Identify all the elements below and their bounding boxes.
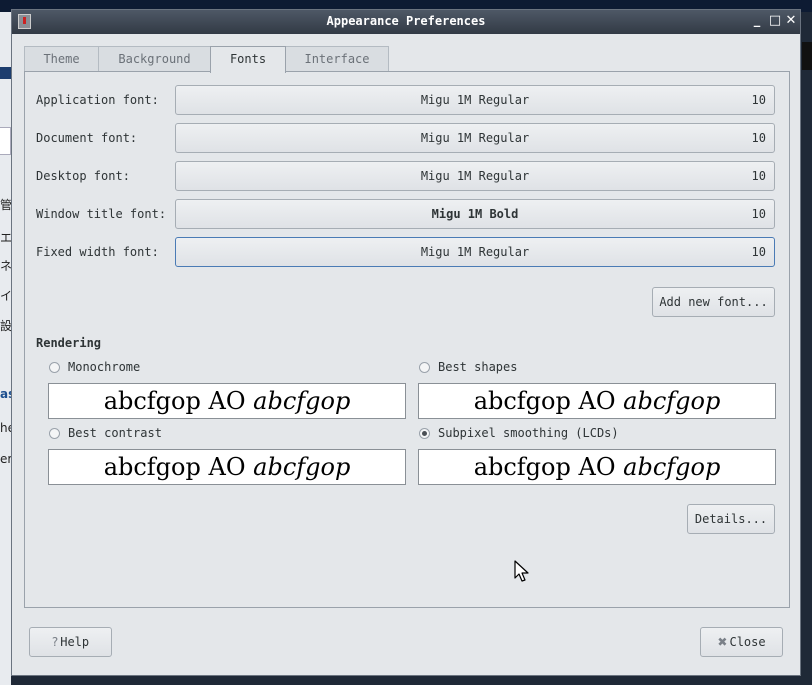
desktop-font-button[interactable]: Migu 1M Regular 10 <box>175 161 775 191</box>
font-size: 10 <box>751 207 766 221</box>
preview-regular-text: abcfgop AO <box>473 453 616 481</box>
preview-italic-text: abcfgop <box>623 387 721 415</box>
background-text: er <box>0 452 11 466</box>
desktop-font-label: Desktop font: <box>36 169 130 183</box>
background-text: 管 <box>0 198 11 212</box>
font-name: Migu 1M Bold <box>431 207 519 221</box>
preview-regular-text: abcfgop AO <box>103 387 246 415</box>
best-shapes-label[interactable]: Best shapes <box>438 360 517 374</box>
tab-background[interactable]: Background <box>98 46 211 72</box>
font-size: 10 <box>751 93 766 107</box>
preview-italic-text: abcfgop <box>623 453 721 481</box>
fixed-width-font-button[interactable]: Migu 1M Regular 10 <box>175 237 775 267</box>
close-button[interactable]: ✖ Close <box>700 627 783 657</box>
background-text: he <box>0 421 11 435</box>
details-button[interactable]: Details... <box>687 504 775 534</box>
monochrome-radio[interactable] <box>49 362 60 373</box>
best-shapes-radio[interactable] <box>419 362 430 373</box>
rendering-heading: Rendering <box>36 336 102 350</box>
preview-italic-text: abcfgop <box>253 387 351 415</box>
add-new-font-button[interactable]: Add new font... <box>652 287 775 317</box>
preview-regular-text: abcfgop AO <box>473 387 616 415</box>
subpixel-smoothing-preview: abcfgop AO abcfgop <box>418 449 776 485</box>
appearance-preferences-window: Appearance Preferences _ □ ✕ Theme Backg… <box>11 9 801 676</box>
maximize-icon[interactable]: □ <box>768 13 782 29</box>
desktop-right-edge <box>802 42 812 70</box>
subpixel-smoothing-label[interactable]: Subpixel smoothing (LCDs) <box>438 426 619 440</box>
window-title-font-button[interactable]: Migu 1M Bold 10 <box>175 199 775 229</box>
best-contrast-preview: abcfgop AO abcfgop <box>48 449 406 485</box>
mouse-pointer-icon <box>514 560 529 582</box>
help-icon: ? <box>51 635 59 649</box>
window-title-font-label: Window title font: <box>36 207 167 221</box>
preview-italic-text: abcfgop <box>253 453 351 481</box>
font-size: 10 <box>751 131 766 145</box>
application-font-label: Application font: <box>36 93 159 107</box>
background-text: イ <box>0 289 11 303</box>
background-text: as <box>0 387 11 401</box>
title-bar[interactable]: Appearance Preferences _ □ ✕ <box>12 10 800 34</box>
font-name: Migu 1M Regular <box>420 169 530 183</box>
preview-regular-text: abcfgop AO <box>103 453 246 481</box>
font-size: 10 <box>751 245 766 259</box>
document-font-button[interactable]: Migu 1M Regular 10 <box>175 123 775 153</box>
font-size: 10 <box>751 169 766 183</box>
tab-theme[interactable]: Theme <box>24 46 99 72</box>
tab-interface[interactable]: Interface <box>285 46 389 72</box>
background-window-field <box>0 127 11 155</box>
font-name: Migu 1M Regular <box>420 93 530 107</box>
minimize-icon[interactable]: _ <box>750 13 764 29</box>
best-contrast-label[interactable]: Best contrast <box>68 426 162 440</box>
close-icon: ✖ <box>717 635 728 649</box>
application-font-button[interactable]: Migu 1M Regular 10 <box>175 85 775 115</box>
window-title: Appearance Preferences <box>326 14 486 28</box>
fixed-width-font-label: Fixed width font: <box>36 245 159 259</box>
subpixel-smoothing-radio[interactable] <box>419 428 430 439</box>
close-icon[interactable]: ✕ <box>784 13 798 29</box>
background-text: 設 <box>0 319 11 333</box>
background-text: エ <box>0 231 11 245</box>
monochrome-label[interactable]: Monochrome <box>68 360 140 374</box>
monochrome-preview: abcfgop AO abcfgop <box>48 383 406 419</box>
font-name: Migu 1M Regular <box>420 131 530 145</box>
close-label: Close <box>729 635 766 649</box>
best-contrast-radio[interactable] <box>49 428 60 439</box>
tab-fonts[interactable]: Fonts <box>210 46 286 73</box>
background-window-strip <box>0 67 11 79</box>
font-name: Migu 1M Regular <box>420 245 530 259</box>
help-label: Help <box>60 635 90 649</box>
background-window <box>0 12 11 685</box>
document-font-label: Document font: <box>36 131 138 145</box>
background-text: ネ <box>0 259 11 273</box>
help-button[interactable]: ? Help <box>29 627 112 657</box>
best-shapes-preview: abcfgop AO abcfgop <box>418 383 776 419</box>
